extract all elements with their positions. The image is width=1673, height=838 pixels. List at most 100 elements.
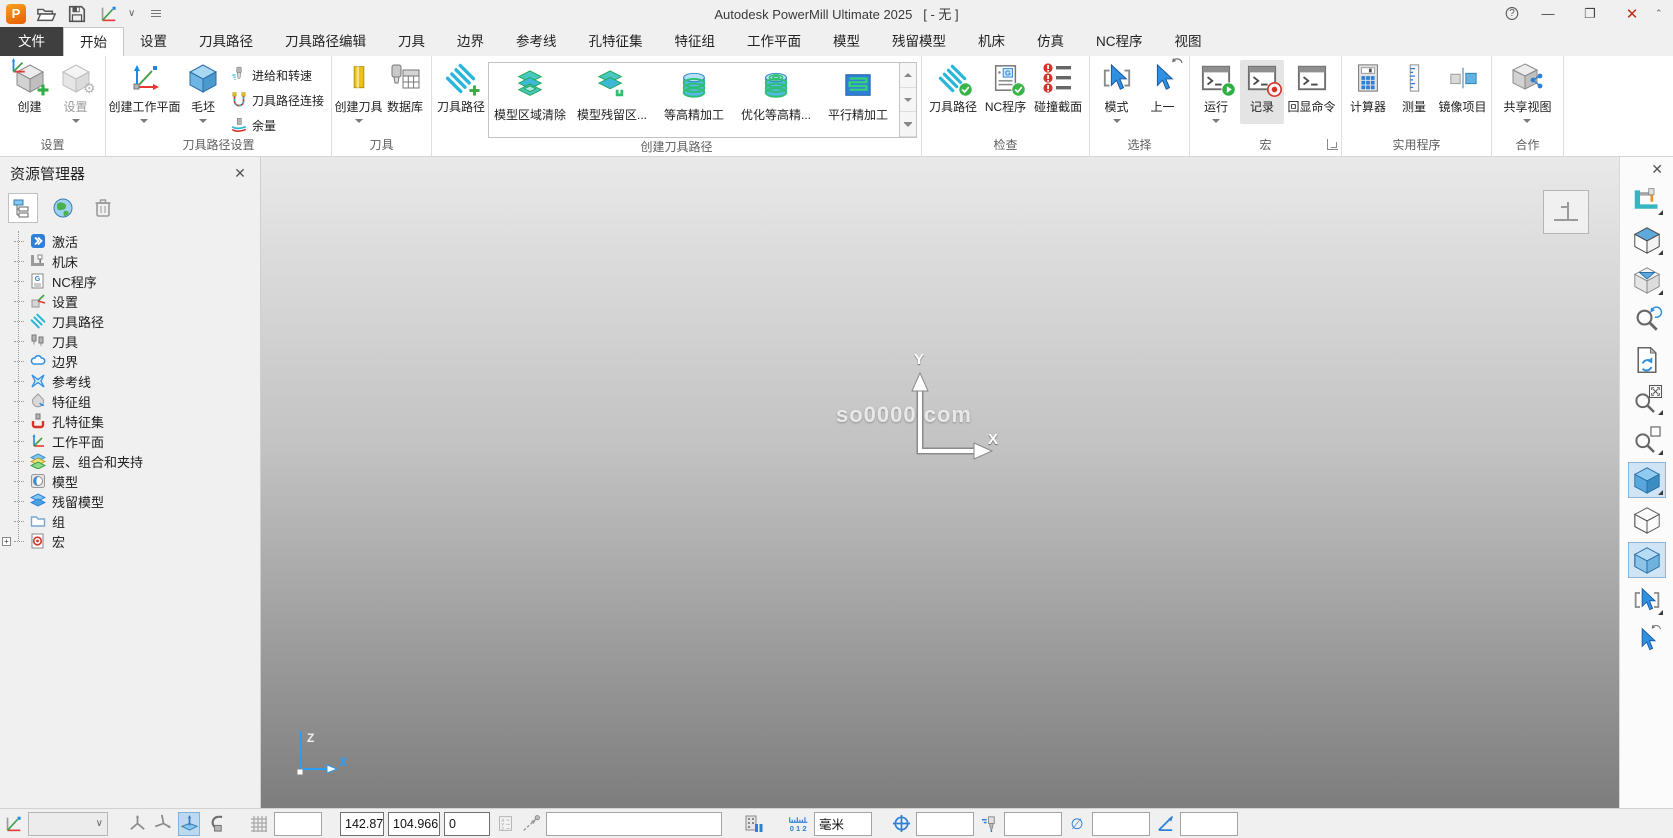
help-icon[interactable]: 〇? — [1499, 2, 1525, 26]
tab-machine-tool[interactable]: 机床 — [962, 27, 1021, 56]
cursor-x-input[interactable]: 142.87 — [340, 811, 384, 836]
chevron-down-icon[interactable]: ∨ — [128, 8, 142, 19]
workplane-combobox[interactable]: ∨ — [28, 811, 108, 836]
iso-view-button[interactable] — [1628, 222, 1666, 258]
tab-file[interactable]: 文件 — [0, 27, 63, 56]
shaded-wireframe-view-button[interactable] — [1627, 542, 1666, 578]
tab-nc-program[interactable]: NC程序 — [1080, 27, 1159, 56]
create-setup-button[interactable]: 创建 — [8, 60, 52, 124]
tree-item-nc-programs[interactable]: NC程序 — [14, 271, 260, 291]
units-input[interactable]: 毫米 — [814, 811, 872, 836]
angle-input[interactable] — [1180, 811, 1238, 836]
strategy-model-area-clearance[interactable]: 模型区域清除 — [489, 63, 571, 137]
tree-item-active[interactable]: 激活 — [14, 231, 260, 251]
tree-item-feature-groups[interactable]: 特征组 — [14, 391, 260, 411]
tree-item-tools[interactable]: 刀具 — [14, 331, 260, 351]
strategy-raster-finishing[interactable]: 平行精加工 — [817, 63, 899, 137]
status-workplane-icon[interactable] — [2, 812, 24, 836]
thickness-input[interactable] — [1004, 811, 1062, 836]
tab-pattern[interactable]: 参考线 — [500, 27, 573, 56]
tree-item-stock-models[interactable]: 残留模型 — [14, 491, 260, 511]
viewport-canvas[interactable]: so0000.com Y X Z X — [261, 157, 1619, 808]
calculator-button[interactable]: 计算器 — [1346, 60, 1390, 124]
tab-tool[interactable]: 刀具 — [382, 27, 441, 56]
tab-stock-model[interactable]: 残留模型 — [876, 27, 962, 56]
tree-item-models[interactable]: 模型 — [14, 471, 260, 491]
strategy-model-rest-area[interactable]: 模型残留区... — [571, 63, 653, 137]
view-toolbar-close-icon[interactable]: ✕ — [1651, 157, 1673, 180]
status-x-axis-icon[interactable] — [126, 812, 148, 836]
tree-item-setups[interactable]: 设置 — [14, 291, 260, 311]
tree-expander-icon[interactable]: + — [2, 536, 11, 546]
cursor-z-input[interactable]: 0 — [444, 811, 490, 836]
tree-item-patterns[interactable]: 参考线 — [14, 371, 260, 391]
explorer-tree-view-icon[interactable] — [8, 193, 38, 223]
tree-item-levels-sets[interactable]: 层、组合和夹持 — [14, 451, 260, 471]
close-button[interactable]: ✕ — [1613, 2, 1651, 26]
tab-feature-group[interactable]: 特征组 — [659, 27, 732, 56]
tab-model[interactable]: 模型 — [817, 27, 876, 56]
undo-selection-button[interactable] — [1628, 622, 1666, 658]
explorer-web-icon[interactable] — [48, 193, 78, 223]
collapse-ribbon-icon[interactable]: ⌃ — [1655, 8, 1669, 19]
wireframe-view-button[interactable] — [1628, 502, 1666, 538]
verify-toolpath-button[interactable]: 刀具路径 — [926, 60, 980, 124]
thickness-button[interactable]: 余量 — [227, 114, 327, 136]
tab-simulation[interactable]: 仿真 — [1021, 27, 1080, 56]
tab-boundary[interactable]: 边界 — [441, 27, 500, 56]
tab-workplane[interactable]: 工作平面 — [731, 27, 817, 56]
gallery-scroll-down[interactable] — [900, 87, 916, 113]
machine-simulation-button[interactable] — [1628, 182, 1666, 218]
top-view-button[interactable] — [1628, 262, 1666, 298]
redraw-button[interactable] — [1628, 342, 1666, 378]
status-clamp-icon[interactable] — [204, 812, 226, 836]
maximize-button[interactable]: ❐ — [1571, 2, 1609, 26]
tree-item-boundaries[interactable]: 边界 — [14, 351, 260, 371]
create-tool-button[interactable]: 创建刀具 — [335, 60, 383, 124]
explorer-close-icon[interactable]: ✕ — [230, 165, 250, 182]
tab-view[interactable]: 视图 — [1159, 27, 1218, 56]
tree-item-macros[interactable]: + 宏 — [2, 531, 260, 551]
verify-nc-program-button[interactable]: NC程序 — [982, 60, 1029, 124]
toolpath-connections-button[interactable]: 刀具路径连接 — [227, 89, 327, 111]
select-mode-button[interactable]: 模式 — [1095, 60, 1139, 124]
tree-item-workplanes[interactable]: 工作平面 — [14, 431, 260, 451]
tree-item-toolpaths[interactable]: 刀具路径 — [14, 311, 260, 331]
status-grid-icon[interactable] — [248, 812, 270, 836]
tab-hole-feature-set[interactable]: 孔特征集 — [573, 27, 659, 56]
refresh-view-button[interactable] — [1628, 302, 1666, 338]
macro-record-button[interactable]: 记录 — [1240, 60, 1284, 124]
tree-item-groups[interactable]: 组 — [14, 511, 260, 531]
grid-size-input[interactable] — [274, 811, 322, 836]
status-info-input[interactable] — [546, 811, 722, 836]
status-block-icon[interactable] — [742, 812, 764, 836]
cursor-y-input[interactable]: 104.966 — [388, 811, 440, 836]
feeds-speeds-button[interactable]: 进给和转速 — [227, 64, 327, 86]
create-workplane-button[interactable]: 创建工作平面 — [108, 60, 181, 124]
select-previous-button[interactable]: 上一 — [1141, 60, 1185, 124]
tree-item-hole-feature-sets[interactable]: 孔特征集 — [14, 411, 260, 431]
measure-button[interactable]: 测量 — [1392, 60, 1436, 124]
collision-section-button[interactable]: 碰撞截面 — [1031, 60, 1085, 124]
tab-home[interactable]: 开始 — [63, 27, 124, 56]
shaded-view-button[interactable] — [1627, 462, 1666, 498]
setup-settings-button[interactable]: ⚙ 设置 — [54, 60, 98, 124]
macro-dialog-launcher-icon[interactable] — [1327, 139, 1338, 150]
select-tool-button[interactable] — [1628, 582, 1666, 618]
tab-toolpath[interactable]: 刀具路径 — [183, 27, 269, 56]
tool-database-button[interactable]: 数据库 — [383, 60, 427, 124]
zoom-window-button[interactable] — [1628, 422, 1666, 458]
diameter-input[interactable] — [1092, 811, 1150, 836]
status-point-icon[interactable] — [520, 812, 542, 836]
tab-setup[interactable]: 设置 — [124, 27, 183, 56]
status-y-axis-icon[interactable] — [152, 812, 174, 836]
view-from-top-button[interactable] — [1543, 190, 1589, 234]
save-project-button[interactable] — [66, 3, 88, 25]
toolpath-strategy-button[interactable]: 刀具路径 — [436, 60, 486, 124]
tab-toolpath-edit[interactable]: 刀具路径编辑 — [269, 27, 382, 56]
workplane-quick-button[interactable] — [97, 3, 119, 25]
status-xyz-list-icon[interactable] — [494, 812, 516, 836]
minimize-button[interactable]: — — [1529, 2, 1567, 26]
tree-item-machine-tool[interactable]: 机床 — [14, 251, 260, 271]
macro-run-button[interactable]: 运行 — [1194, 60, 1238, 124]
